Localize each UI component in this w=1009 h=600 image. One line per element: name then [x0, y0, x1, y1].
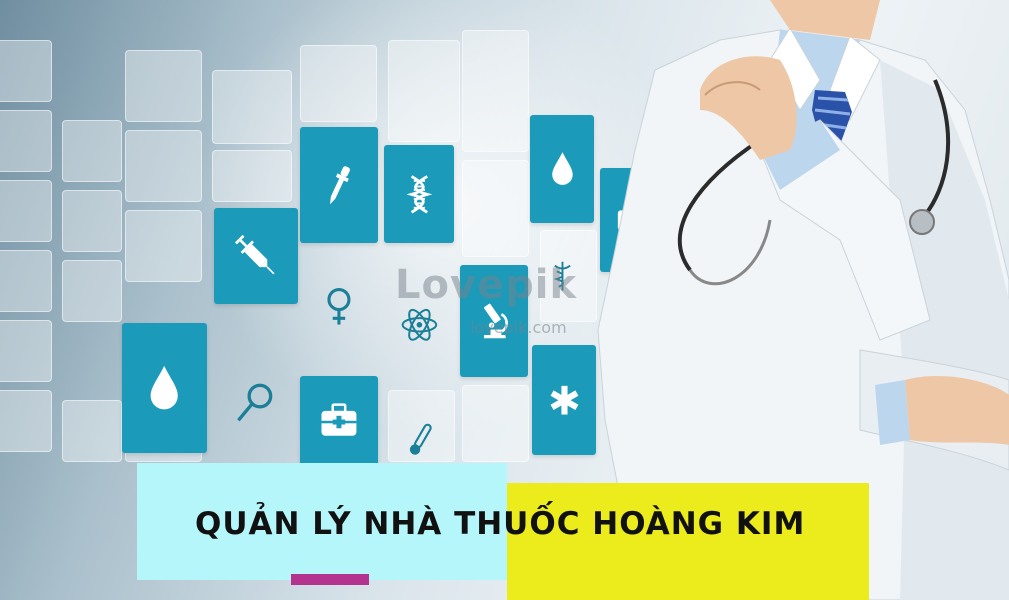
banner-title: QUẢN LÝ NHÀ THUỐC HOÀNG KIM — [195, 506, 806, 542]
hero-banner: Lovepik lovepik.com QUẢN LÝ NHÀ THUỐC HO… — [0, 0, 1009, 600]
accent-bar — [291, 574, 369, 585]
